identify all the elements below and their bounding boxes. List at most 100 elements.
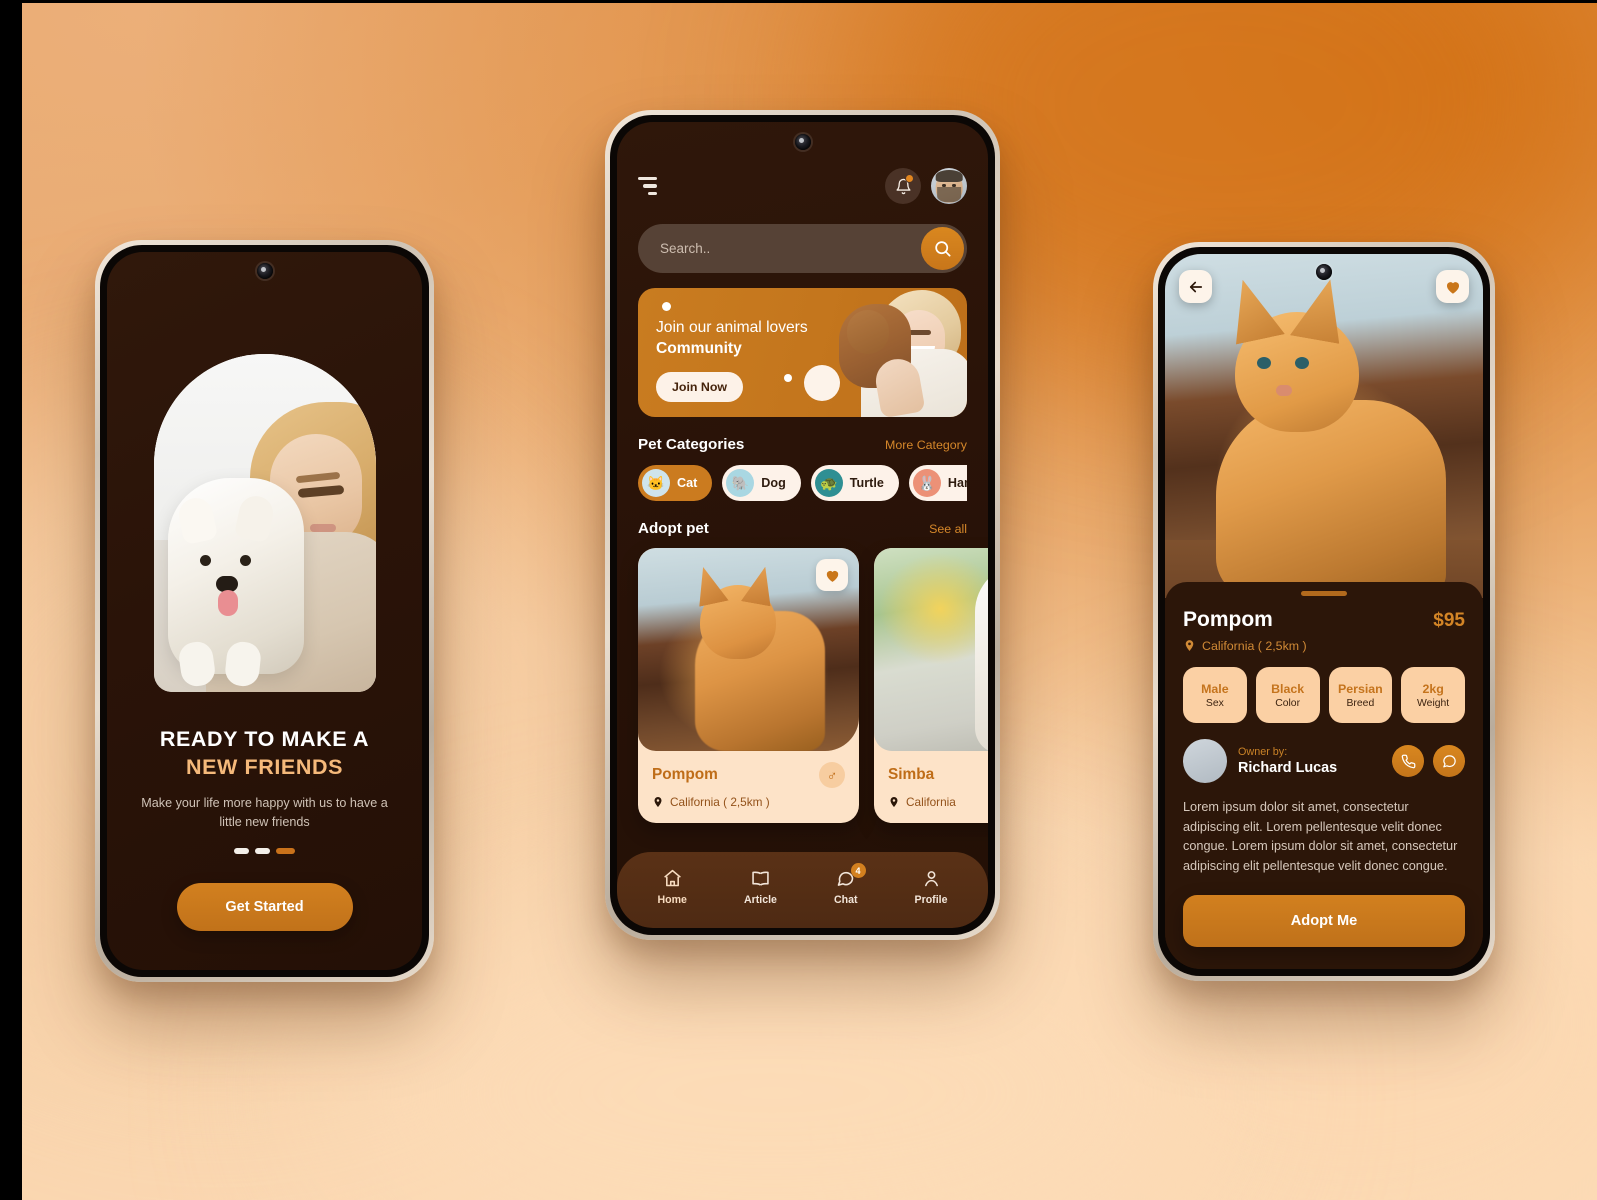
phone-detail: Pompom $95 California ( 2,5km ) Male Sex… [1153,242,1495,981]
pet-location-text-simba: California [906,795,956,809]
banner-dot-small [662,302,671,311]
phone-bezel: READY TO MAKE A NEW FRIENDS Make your li… [100,245,429,977]
attribute-chip-color: Black Color [1255,667,1320,723]
phone-home: Join our animal lovers Community Join No… [605,110,1000,940]
banner-dot-large [804,365,840,401]
mockup-canvas: READY TO MAKE A NEW FRIENDS Make your li… [0,0,1597,1200]
banner-title-plain: Join our animal lovers [656,319,808,336]
home-screen: Join our animal lovers Community Join No… [617,122,988,928]
sex-badge-pompom: ♂ [819,762,845,788]
category-pill-dog[interactable]: 🐘 Dog [722,465,801,501]
onboarding-title-line1: READY TO MAKE A [159,727,370,751]
chat-unread-badge: 4 [850,863,866,878]
adopt-me-button[interactable]: Adopt Me [1183,895,1465,947]
detail-location-text: California ( 2,5km ) [1202,638,1307,653]
onboarding-pagination-dots[interactable] [234,847,295,854]
onboarding-hero-image [153,354,376,692]
category-label-hamster: Hams [947,476,967,490]
pet-card-simba[interactable]: Simba ♂ California [874,548,988,823]
phone-bezel: Join our animal lovers Community Join No… [610,115,995,935]
community-banner[interactable]: Join our animal lovers Community Join No… [638,288,967,417]
tab-label-profile: Profile [914,894,948,906]
pet-categories-row[interactable]: 🐱 Cat 🐘 Dog 🐢 Turtle 🐰 Ha [638,465,967,501]
category-label-turtle: Turtle [849,476,884,490]
location-pin-icon [654,797,662,807]
front-camera-icon [1316,264,1332,280]
attribute-value-weight: 2kg [1422,681,1444,696]
hamburger-menu-icon[interactable] [638,174,657,198]
adopt-pet-carousel[interactable]: Pompom ♂ California ( 2,5km ) Simba Cali… [638,548,988,823]
attribute-chip-breed: Persian Breed [1328,667,1393,723]
search-icon [935,241,951,257]
turtle-icon: 🐢 [814,469,843,497]
notification-bell-button[interactable] [885,168,921,204]
pet-categories-title: Pet Categories [638,436,745,453]
user-avatar[interactable] [931,168,967,204]
pagination-dot-1[interactable] [234,847,249,854]
category-pill-cat[interactable]: 🐱 Cat [638,465,713,501]
pagination-dot-2[interactable] [255,847,270,854]
tab-label-chat: Chat [833,894,858,906]
front-camera-icon [256,263,273,279]
owner-avatar[interactable] [1183,739,1227,783]
home-icon [663,869,681,887]
pagination-dot-3-active[interactable] [276,847,295,854]
adopt-pet-title: Adopt pet [638,520,709,537]
dog-icon: 🐘 [726,469,755,497]
attribute-key-breed: Breed [1346,697,1375,709]
artboard-background: READY TO MAKE A NEW FRIENDS Make your li… [22,3,1597,1200]
join-now-button[interactable]: Join Now [656,372,744,402]
onboarding-subtitle: Make your life more happy with us to hav… [141,796,388,829]
pet-detail-screen: Pompom $95 California ( 2,5km ) Male Sex… [1165,254,1483,969]
message-owner-button[interactable] [1433,745,1465,777]
see-all-link[interactable]: See all [929,522,967,536]
category-pill-turtle[interactable]: 🐢 Turtle [810,465,899,501]
search-input[interactable] [638,224,967,273]
location-pin-icon [1185,640,1194,651]
owner-name: Richard Lucas [1238,760,1338,776]
pet-card-pompom[interactable]: Pompom ♂ California ( 2,5km ) [638,548,859,823]
arrow-left-icon [1189,281,1202,292]
owner-label: Owner by: [1238,746,1288,758]
category-pill-hamster[interactable]: 🐰 Hams [908,465,967,501]
pet-photo-pompom [638,548,859,751]
pet-categories-header: Pet Categories More Category [638,436,967,453]
message-icon [1442,754,1456,767]
back-button[interactable] [1179,270,1212,303]
owner-row: Owner by: Richard Lucas [1183,739,1465,783]
pet-name-row-simba: Simba ♂ [888,762,988,788]
search-row [638,224,967,273]
favorite-button-pompom[interactable] [816,559,848,591]
get-started-button[interactable]: Get Started [176,882,353,931]
pet-photo-simba [874,548,988,751]
sheet-drag-handle[interactable] [1301,591,1347,596]
home-scroll-area[interactable]: Join our animal lovers Community Join No… [617,122,988,852]
tab-profile[interactable]: Profile [905,864,958,910]
pet-name-pompom: Pompom [652,766,718,783]
banner-dot-medium [784,374,792,382]
onboarding-title: READY TO MAKE A NEW FRIENDS [160,726,369,780]
bottom-tab-bar: Home Article 4 Chat Profile [617,852,988,928]
cat-icon: 🐱 [642,469,670,497]
tab-article[interactable]: Article [734,864,787,910]
pet-name-simba: Simba [888,766,935,783]
detail-location: California ( 2,5km ) [1183,638,1465,653]
attribute-chip-sex: Male Sex [1183,667,1247,723]
pet-detail-sheet: Pompom $95 California ( 2,5km ) Male Sex… [1165,582,1483,969]
tab-chat[interactable]: 4 Chat [824,863,868,910]
detail-pet-price: $95 [1433,610,1465,631]
favorite-button-detail[interactable] [1436,270,1469,303]
tab-home[interactable]: Home [648,864,697,910]
notification-badge-dot [905,174,914,183]
phone-onboarding: READY TO MAKE A NEW FRIENDS Make your li… [95,240,434,982]
more-category-link[interactable]: More Category [885,438,967,452]
detail-description: Lorem ipsum dolor sit amet, consectetur … [1183,800,1458,874]
banner-title: Join our animal lovers Community [656,318,846,360]
pet-attributes-row: Male Sex Black Color Persian Breed 2kg W… [1183,667,1465,723]
attribute-key-color: Color [1275,697,1301,709]
heart-icon [826,570,838,582]
call-owner-button[interactable] [1392,745,1424,777]
owner-meta: Owner by: Richard Lucas [1238,746,1381,776]
search-button[interactable] [921,227,964,270]
category-label-dog: Dog [761,476,786,490]
